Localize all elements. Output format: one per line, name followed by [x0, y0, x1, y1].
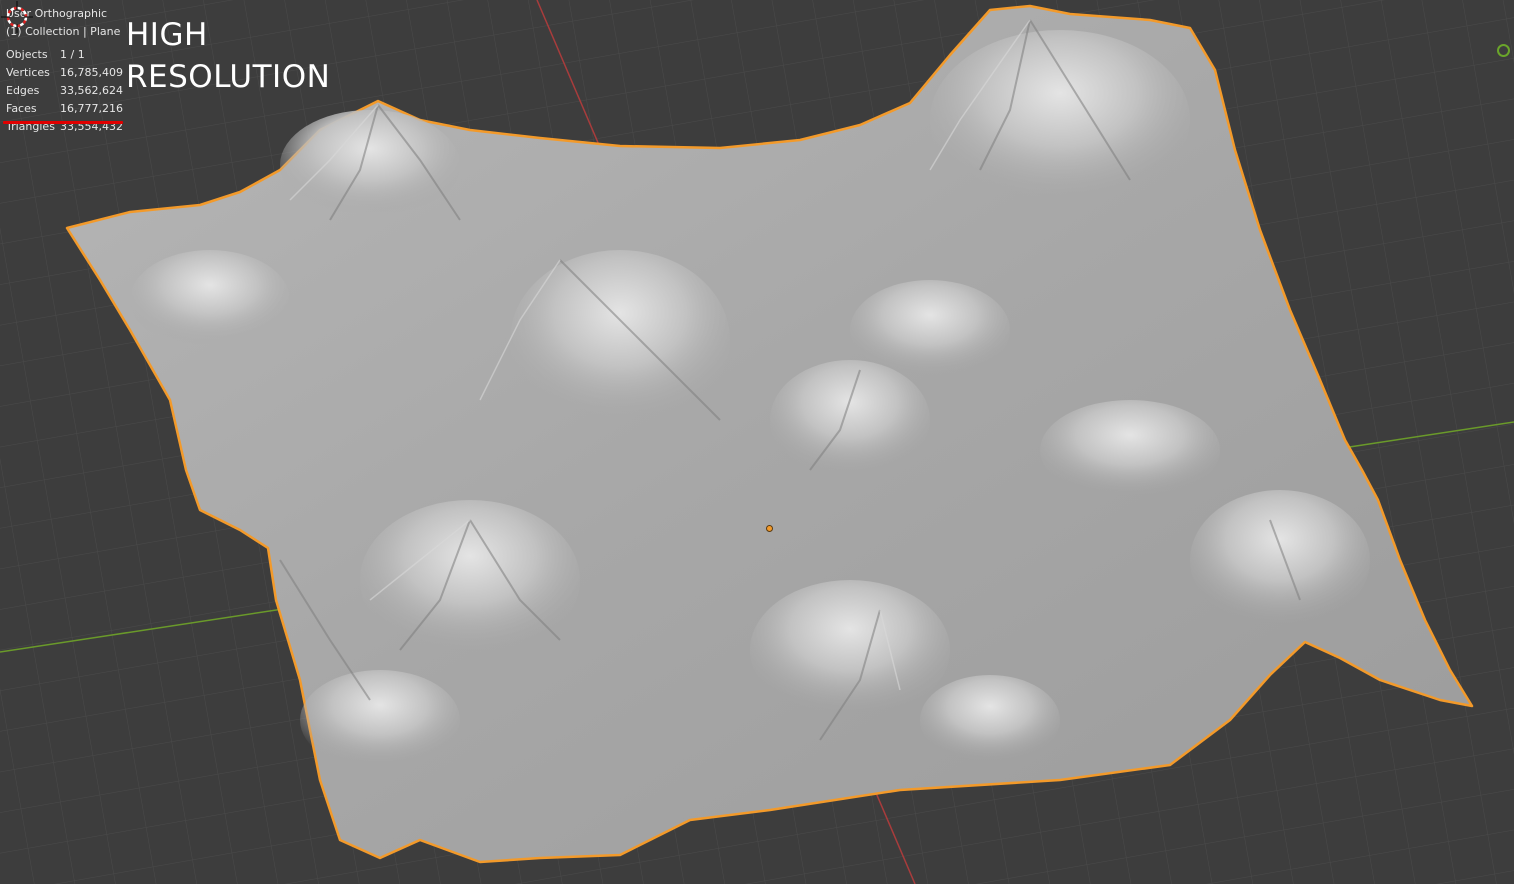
viewport-canvas[interactable] [0, 0, 1514, 884]
stat-label: Vertices [6, 66, 50, 79]
stat-vertices: Vertices 16,785,409 [6, 64, 124, 82]
3d-cursor-icon[interactable] [0, 0, 34, 34]
stat-faces: Faces 16,777,216 [6, 100, 124, 118]
stat-value: 33,562,624 [60, 84, 123, 97]
caption-line-2: RESOLUTION [126, 59, 331, 95]
faces-highlight-underline [3, 121, 123, 124]
caption-line-1: HIGH [126, 17, 208, 53]
navigation-gizmo-icon[interactable] [1497, 44, 1510, 57]
resolution-caption: HIGH RESOLUTION [126, 14, 330, 98]
stat-label: Faces [6, 102, 37, 115]
stat-edges: Edges 33,562,624 [6, 82, 124, 100]
stat-label: Edges [6, 84, 40, 97]
stat-label: Objects [6, 48, 48, 61]
3d-viewport[interactable]: User Orthographic (1) Collection | Plane… [0, 0, 1514, 884]
stat-value: 16,777,216 [60, 102, 123, 115]
object-origin-icon [766, 525, 773, 532]
stat-objects: Objects 1 / 1 [6, 46, 124, 64]
stat-value: 1 / 1 [60, 48, 85, 61]
stat-value: 16,785,409 [60, 66, 123, 79]
